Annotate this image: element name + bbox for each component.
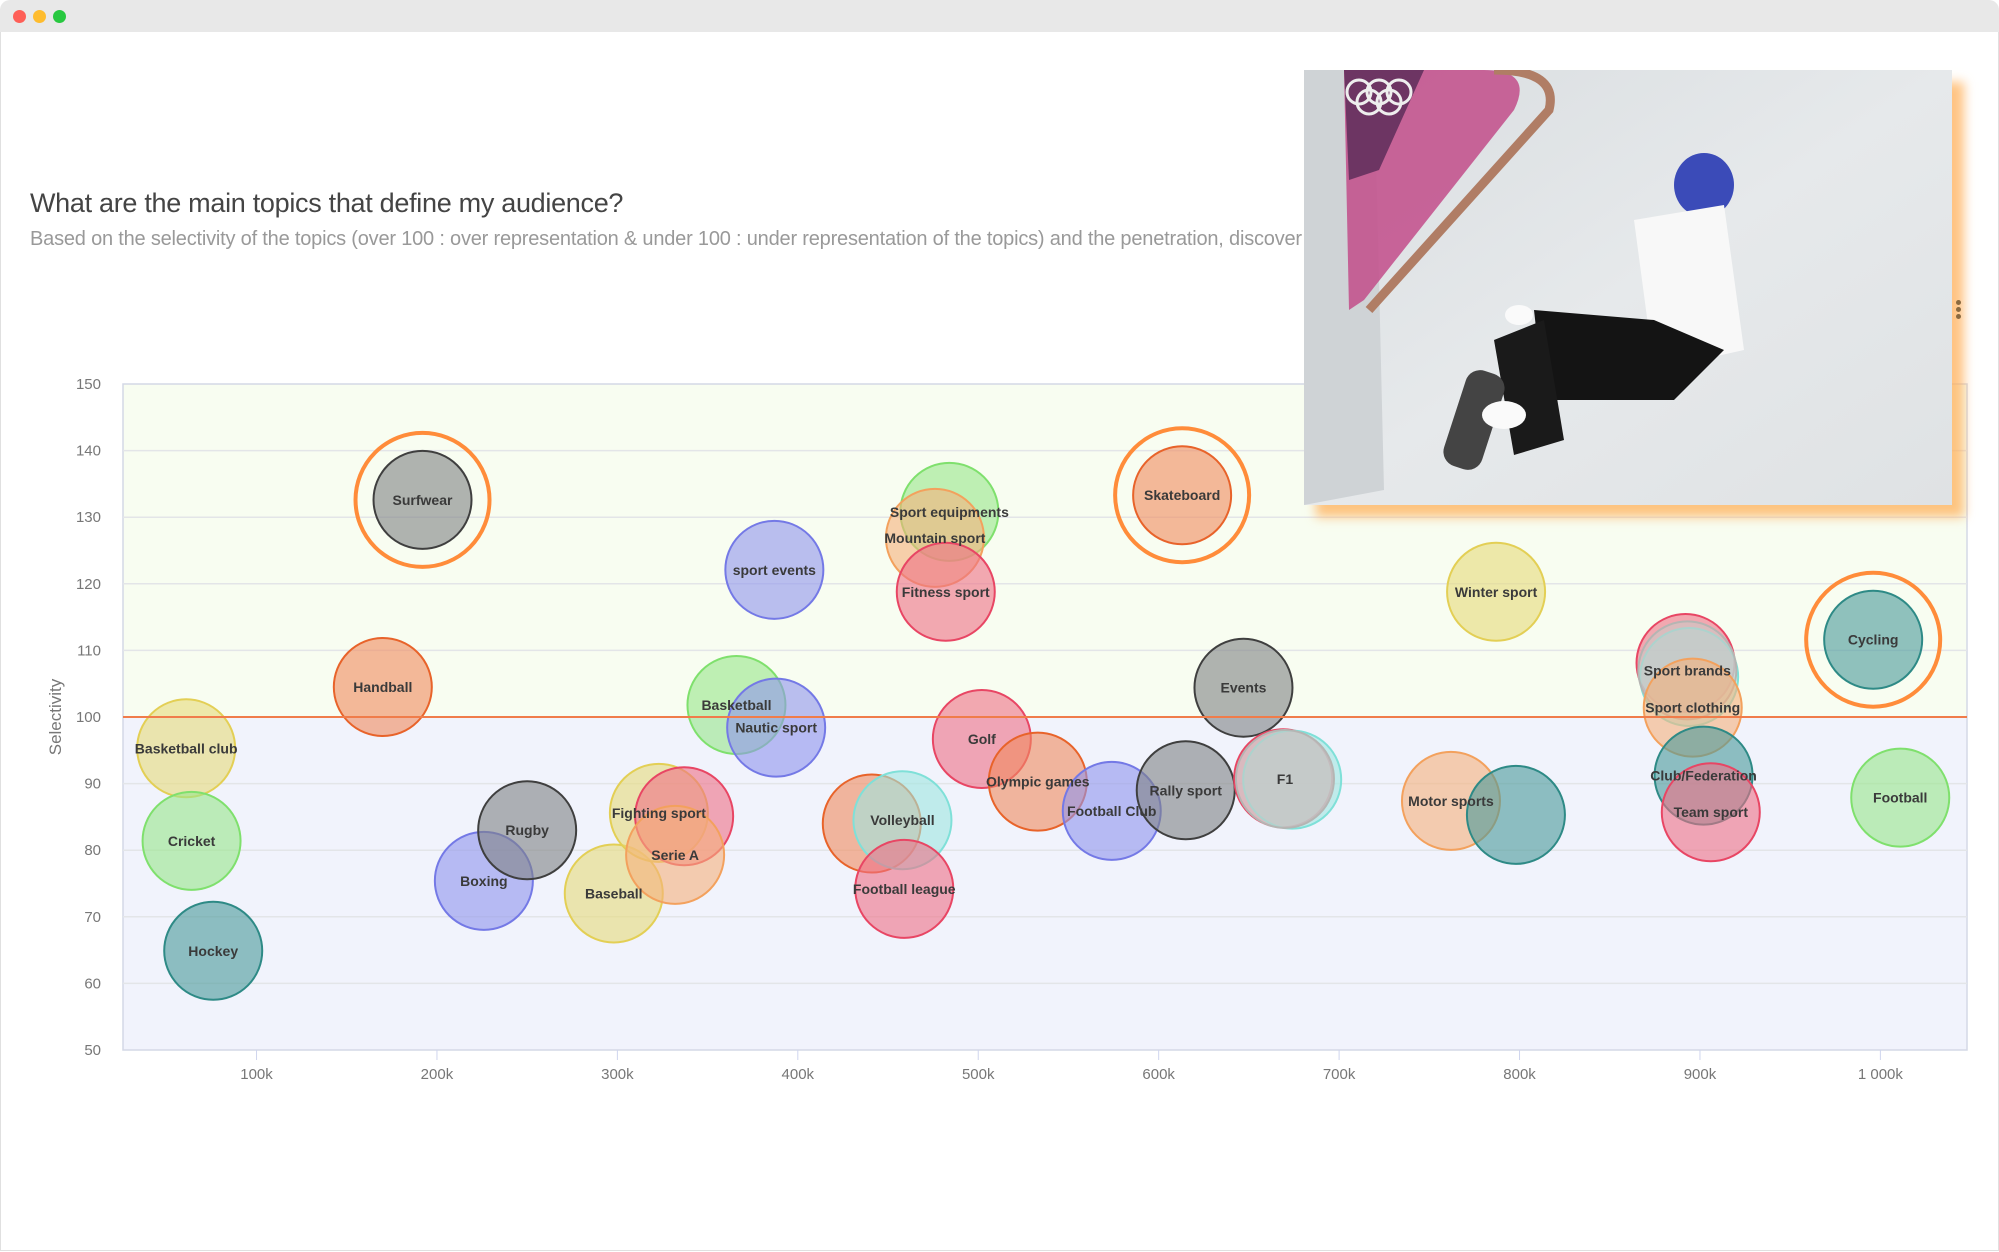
bubble-label: Fighting sport xyxy=(612,805,706,821)
bubble-label: Winter sport xyxy=(1455,584,1538,600)
x-tick-label: 1 000k xyxy=(1858,1066,1904,1083)
bubble-label: Team sport xyxy=(1674,804,1749,820)
bubble-label: Volleyball xyxy=(870,812,934,828)
bubble-label: Olympic games xyxy=(986,774,1090,790)
x-tick-label: 300k xyxy=(601,1066,634,1083)
bubble-label: Motor sports xyxy=(1408,793,1494,809)
bubble-label: Events xyxy=(1221,680,1267,696)
bubble-label: Mountain sport xyxy=(884,530,985,546)
bubble-label: Nautic sport xyxy=(735,720,817,736)
bubble-label: Golf xyxy=(968,731,996,747)
x-tick-label: 200k xyxy=(421,1066,454,1083)
bubble-label: Rugby xyxy=(505,822,549,838)
bubble-label: Basketball club xyxy=(135,740,238,756)
bubble-label: Skateboard xyxy=(1144,487,1220,503)
bubble-label: Rally sport xyxy=(1150,782,1223,798)
bubble-label: Sport clothing xyxy=(1645,700,1740,716)
bubble-label: Basketball xyxy=(701,697,771,713)
y-tick-label: 100 xyxy=(76,709,101,726)
bubble-label: Cricket xyxy=(168,833,216,849)
y-tick-label: 130 xyxy=(76,509,101,526)
bubble-label: Handball xyxy=(353,679,412,695)
image-icon xyxy=(1304,70,1952,505)
bubble-label: Fitness sport xyxy=(902,584,990,600)
bubble-label: Football xyxy=(1873,790,1927,806)
y-tick-label: 110 xyxy=(77,642,101,659)
bubble-label: Serie A xyxy=(651,847,699,863)
x-tick-label: 500k xyxy=(962,1066,995,1083)
bubble-label: Club/Federation xyxy=(1650,768,1757,784)
x-tick-label: 100k xyxy=(240,1066,273,1083)
y-tick-label: 120 xyxy=(76,576,101,593)
x-tick-label: 600k xyxy=(1142,1066,1175,1083)
x-tick-label: 400k xyxy=(782,1066,815,1083)
bubble-point xyxy=(1465,764,1566,865)
bubble-label: Hockey xyxy=(188,943,238,959)
bubble-label: Baseball xyxy=(585,885,643,901)
skateboard-photo[interactable] xyxy=(1304,70,1952,505)
x-tick-label: 700k xyxy=(1323,1066,1356,1083)
x-tick-label: 900k xyxy=(1684,1066,1717,1083)
y-tick-label: 80 xyxy=(84,842,101,859)
y-tick-label: 140 xyxy=(76,443,101,460)
drag-handle-icon[interactable] xyxy=(1954,298,1962,328)
bubble-label: Sport brands xyxy=(1644,662,1731,678)
y-tick-label: 50 xyxy=(84,1042,101,1059)
y-tick-label: 90 xyxy=(84,776,101,793)
bubble-label: Football Club xyxy=(1067,803,1156,819)
y-axis-title: Selectivity xyxy=(46,678,65,755)
x-tick-label: 800k xyxy=(1503,1066,1536,1083)
bubble-label: Football league xyxy=(853,881,956,897)
bubble-label: Boxing xyxy=(460,873,507,889)
bubble-label: sport events xyxy=(733,562,816,578)
y-tick-label: 60 xyxy=(84,975,101,992)
y-tick-label: 150 xyxy=(76,376,101,393)
bubble-label: Cycling xyxy=(1848,632,1899,648)
bubble-label: Surfwear xyxy=(393,492,453,508)
bubble-label: F1 xyxy=(1277,771,1294,787)
y-tick-label: 70 xyxy=(84,909,101,926)
bubble-label: Sport equipments xyxy=(890,504,1009,520)
